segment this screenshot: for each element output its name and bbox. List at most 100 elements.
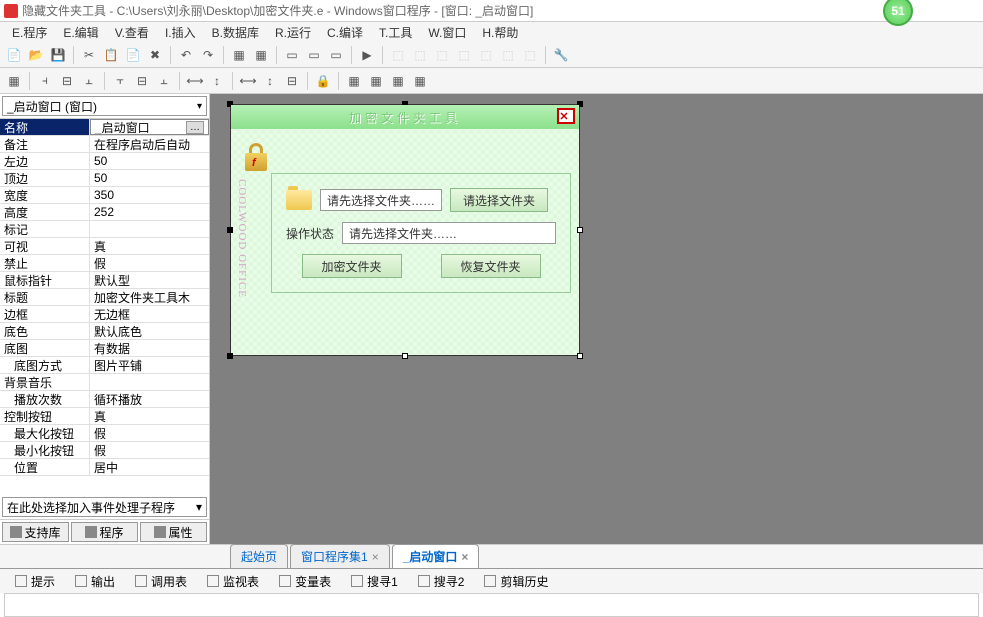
bottom-tab-output[interactable]: 输出	[66, 570, 124, 593]
align-center-icon[interactable]: ⊟	[57, 71, 77, 91]
close-icon[interactable]: ×	[461, 550, 468, 564]
bottom-tab-find2[interactable]: 搜寻2	[409, 570, 474, 593]
property-row[interactable]: 鼠标指针默认型	[0, 272, 209, 289]
close-icon[interactable]: ×	[372, 550, 379, 564]
property-value[interactable]	[90, 374, 209, 390]
property-row[interactable]: 底图有数据	[0, 340, 209, 357]
property-row[interactable]: 边框无边框	[0, 306, 209, 323]
property-value[interactable]: 假	[90, 442, 209, 458]
property-row[interactable]: 位置居中	[0, 459, 209, 476]
property-list[interactable]: 名称_启动窗口…备注在程序启动后自动左边50顶边50宽度350高度252标记可视…	[0, 118, 209, 495]
property-row[interactable]: 播放次数循环播放	[0, 391, 209, 408]
property-row[interactable]: 禁止假	[0, 255, 209, 272]
property-row[interactable]: 左边50	[0, 153, 209, 170]
property-row[interactable]: 底色默认底色	[0, 323, 209, 340]
property-value[interactable]: 图片平铺	[90, 357, 209, 373]
tab-startwin[interactable]: _启动窗口×	[392, 544, 480, 568]
menu-program[interactable]: E.程序	[6, 22, 53, 43]
form3-icon[interactable]: ▭	[326, 45, 346, 65]
new-icon[interactable]: 📄	[4, 45, 24, 65]
property-row[interactable]: 名称_启动窗口…	[0, 119, 209, 136]
property-row[interactable]: 最大化按钮假	[0, 425, 209, 442]
property-value[interactable]	[90, 221, 209, 237]
tab-winset[interactable]: 窗口程序集1×	[290, 544, 390, 568]
menu-database[interactable]: B.数据库	[206, 22, 265, 43]
browse-button[interactable]: 请选择文件夹	[450, 188, 548, 212]
property-row[interactable]: 标记	[0, 221, 209, 238]
center-h-icon[interactable]: ⊟	[282, 71, 302, 91]
property-value[interactable]: 350	[90, 187, 209, 203]
bottom-tab-hint[interactable]: 提示	[6, 570, 64, 593]
grid-d-icon[interactable]: ▦	[410, 71, 430, 91]
space-h-icon[interactable]: ⟷	[238, 71, 258, 91]
property-value[interactable]: 真	[90, 238, 209, 254]
form-designer[interactable]: 加密文件夹工具 ✕ f COOLWOOD OFFICE 请先选择文件夹…… 请选…	[230, 104, 580, 356]
menu-help[interactable]: H.帮助	[476, 22, 524, 43]
property-row[interactable]: 控制按钮真	[0, 408, 209, 425]
cut-icon[interactable]: ✂	[79, 45, 99, 65]
menu-window[interactable]: W.窗口	[422, 22, 472, 43]
delete-icon[interactable]: ✖	[145, 45, 165, 65]
close-icon[interactable]: ✕	[557, 108, 575, 124]
property-value[interactable]: 真	[90, 408, 209, 424]
property-row[interactable]: 标题加密文件夹工具木	[0, 289, 209, 306]
grid-c-icon[interactable]: ▦	[388, 71, 408, 91]
copy-icon[interactable]: 📋	[101, 45, 121, 65]
restore-button[interactable]: 恢复文件夹	[441, 254, 541, 278]
property-value[interactable]: 默认底色	[90, 323, 209, 339]
save-icon[interactable]: 💾	[48, 45, 68, 65]
lock-icon[interactable]: 🔒	[313, 71, 333, 91]
paste-icon[interactable]: 📄	[123, 45, 143, 65]
property-value[interactable]: 有数据	[90, 340, 209, 356]
path-field[interactable]: 请先选择文件夹……	[320, 189, 442, 211]
property-value[interactable]: 50	[90, 170, 209, 186]
prop-button[interactable]: 属性	[140, 522, 207, 542]
object-selector[interactable]: _启动窗口 (窗口)▾	[2, 96, 207, 116]
align-bot-icon[interactable]: ⫠	[154, 71, 174, 91]
property-value[interactable]: 无边框	[90, 306, 209, 322]
property-value[interactable]: 假	[90, 425, 209, 441]
menu-tools[interactable]: T.工具	[373, 22, 418, 43]
property-row[interactable]: 备注在程序启动后自动	[0, 136, 209, 153]
step1-icon[interactable]: ⬚	[388, 45, 408, 65]
property-value[interactable]: 50	[90, 153, 209, 169]
same-w-icon[interactable]: ⟷	[185, 71, 205, 91]
property-value[interactable]: 居中	[90, 459, 209, 475]
prog-button[interactable]: 程序	[71, 522, 138, 542]
ellipsis-button[interactable]: …	[186, 121, 204, 134]
align-top-icon[interactable]: ⫟	[110, 71, 130, 91]
property-value[interactable]: 加密文件夹工具木	[90, 289, 209, 305]
property-value[interactable]: _启动窗口…	[90, 119, 209, 135]
encrypt-button[interactable]: 加密文件夹	[302, 254, 402, 278]
bottom-tab-find1[interactable]: 搜寻1	[342, 570, 407, 593]
align-right-icon[interactable]: ⫠	[79, 71, 99, 91]
tool-icon[interactable]: 🔧	[551, 45, 571, 65]
lib-button[interactable]: 支持库	[2, 522, 69, 542]
property-value[interactable]: 在程序启动后自动	[90, 136, 209, 152]
grid1-icon[interactable]: ▦	[229, 45, 249, 65]
step4-icon[interactable]: ⬚	[454, 45, 474, 65]
form1-icon[interactable]: ▭	[282, 45, 302, 65]
align-left-icon[interactable]: ⫞	[35, 71, 55, 91]
menu-edit[interactable]: E.编辑	[57, 22, 104, 43]
menu-insert[interactable]: I.插入	[159, 22, 202, 43]
property-row[interactable]: 顶边50	[0, 170, 209, 187]
grid2-icon[interactable]: ▦	[251, 45, 271, 65]
bottom-tab-call[interactable]: 调用表	[126, 570, 196, 593]
property-row[interactable]: 可视真	[0, 238, 209, 255]
open-icon[interactable]: 📂	[26, 45, 46, 65]
bottom-tab-clip[interactable]: 剪辑历史	[475, 570, 557, 593]
property-value[interactable]: 252	[90, 204, 209, 220]
align1-icon[interactable]: ▦	[4, 71, 24, 91]
same-h-icon[interactable]: ↕	[207, 71, 227, 91]
bottom-tab-watch[interactable]: 监视表	[198, 570, 268, 593]
menu-view[interactable]: V.查看	[109, 22, 155, 43]
property-row[interactable]: 底图方式图片平铺	[0, 357, 209, 374]
redo-icon[interactable]: ↷	[198, 45, 218, 65]
form2-icon[interactable]: ▭	[304, 45, 324, 65]
grid-b-icon[interactable]: ▦	[366, 71, 386, 91]
space-v-icon[interactable]: ↕	[260, 71, 280, 91]
property-row[interactable]: 高度252	[0, 204, 209, 221]
step5-icon[interactable]: ⬚	[476, 45, 496, 65]
run-icon[interactable]: ▶	[357, 45, 377, 65]
